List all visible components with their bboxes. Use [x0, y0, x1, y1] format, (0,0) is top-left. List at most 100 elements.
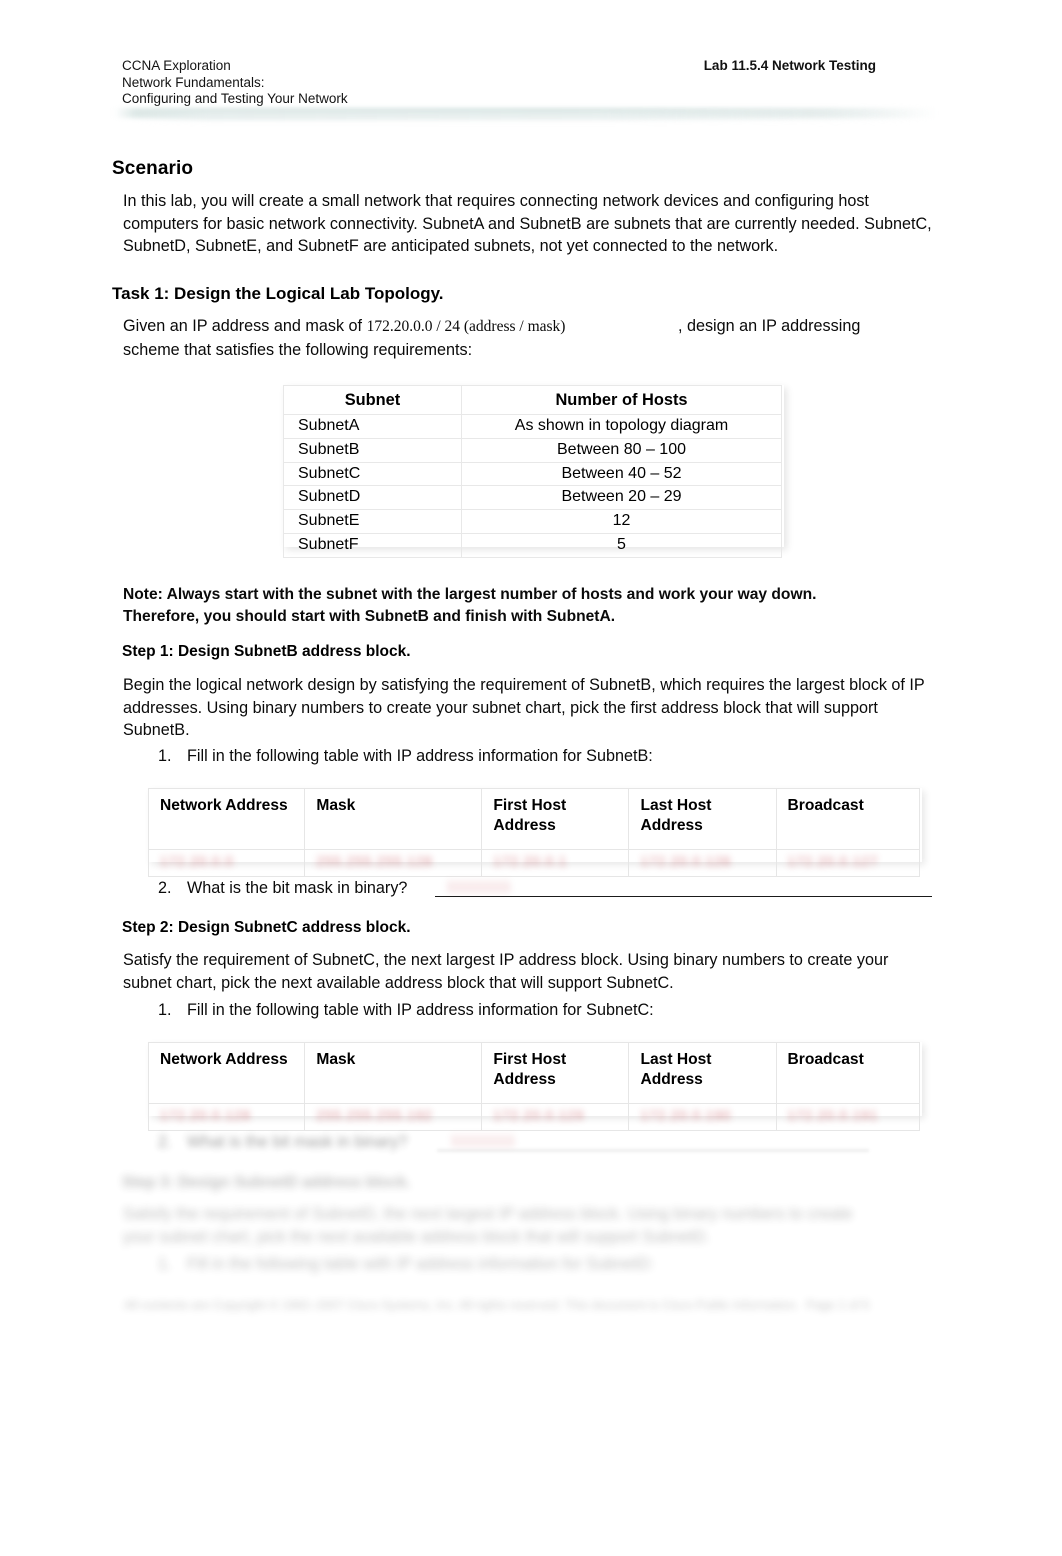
step3-heading: Step 3: Design SubnetD address block. — [122, 1174, 411, 1191]
step1-body: Begin the logical network design by sati… — [123, 676, 925, 739]
step2-item-2: 2. What is the bit mask in binary? — [158, 1131, 407, 1153]
footer-page-number: Page 1 of 5 — [806, 1298, 870, 1312]
step1-answer-blank-line[interactable] — [435, 896, 932, 897]
redacted-answer: 172.20.0.129 — [493, 1108, 585, 1123]
header-line-2: Network Fundamentals: — [122, 74, 265, 90]
note-line-2: Therefore, you should start with SubnetB… — [123, 608, 616, 625]
ip-col-header: First Host Address — [481, 788, 630, 850]
step2-answer-blank-line[interactable] — [437, 1150, 869, 1151]
note-line-1: Note: Always start with the subnet with … — [123, 586, 817, 603]
step1-item-2-answer: 11111111 — [447, 879, 513, 894]
task1-intro: Given an IP address and mask of 172.20.0… — [123, 315, 938, 361]
ip-answer-cell-subnetc[interactable]: 255.255.255.192 — [304, 1103, 483, 1131]
step1-heading: Step 1: Design SubnetB address block. — [122, 643, 411, 660]
req-cell-subnet: SubnetA — [283, 414, 462, 439]
ip-col-header: Mask — [304, 1042, 483, 1104]
redacted-answer: 172.20.0.191 — [787, 1108, 879, 1123]
step1-item-1: 1. Fill in the following table with IP ad… — [158, 745, 938, 767]
ip-answer-cell-subnetc[interactable]: 172.20.0.191 — [775, 1103, 920, 1131]
redacted-answer: 172.20.0.127 — [787, 854, 879, 869]
table-row: 172.20.0.128 255.255.255.192 172.20.0.129 1… — [147, 1103, 920, 1131]
table-row: SubnetB Between 80 – 100 — [283, 437, 782, 463]
req-cell-hosts: 5 — [461, 532, 782, 558]
document-header: CCNA Exploration Network Fundamentals: C… — [122, 58, 938, 108]
task1-heading: Task 1: Design the Logical Lab Topology. — [112, 284, 444, 303]
req-cell-subnet: SubnetB — [283, 437, 462, 463]
ip-table-subnetb[interactable]: Network Address Mask First Host Address Las… — [147, 788, 920, 877]
ip-answer-cell-subnetc[interactable]: 172.20.0.128 — [147, 1103, 306, 1131]
table-row: SubnetC Between 40 – 52 — [283, 461, 782, 487]
redacted-answer: 172.20.0.128 — [160, 1108, 251, 1123]
step1-item-2-number: 2. — [158, 879, 172, 897]
step3-item-1-number: 1. — [158, 1255, 172, 1273]
step1-item-1-number: 1. — [158, 747, 172, 765]
scenario-body: In this lab, you will create a small net… — [123, 192, 932, 255]
table-header-row: Network Address Mask First Host Address Las… — [147, 788, 920, 850]
step1-item-2: 2. What is the bit mask in binary? — [158, 877, 407, 899]
redacted-answer: 172.20.0.0 — [160, 854, 234, 869]
header-line-3: Configuring and Testing Your Network — [122, 91, 348, 107]
step2-item-1: 1. Fill in the following table with IP ad… — [158, 999, 938, 1021]
ip-answer-cell-subnetb[interactable]: 172.20.0.126 — [628, 849, 777, 877]
header-divider-shadow — [128, 112, 928, 120]
step3-body-line-1: Satisfy the requirement of SubnetD, the … — [123, 1205, 853, 1223]
step2-body: Satisfy the requirement of SubnetC, the … — [123, 951, 889, 992]
ip-answer-cell-subnetb[interactable]: 255.255.255.128 — [304, 849, 483, 877]
task1-ip-value: 172.20.0.0 / 24 (address / mask) — [366, 318, 566, 335]
ip-answer-cell-subnetb[interactable]: 172.20.0.127 — [775, 849, 920, 877]
table-row: 172.20.0.0 255.255.255.128 172.20.0.1 172.2… — [147, 849, 920, 877]
ip-answer-cell-subnetb[interactable]: 172.20.0.0 — [147, 849, 306, 877]
step1-item-1-text: Fill in the following table with IP addr… — [187, 747, 653, 765]
req-cell-hosts: As shown in topology diagram — [461, 414, 782, 439]
step2-item-1-number: 1. — [158, 1001, 172, 1019]
req-cell-hosts: Between 80 – 100 — [461, 437, 782, 463]
step2-item-2-text: What is the bit mask in binary? — [187, 1133, 408, 1151]
ip-col-header: First Host Address — [481, 1042, 630, 1104]
task1-intro-before: Given an IP address and mask of — [123, 317, 363, 335]
req-cell-subnet: SubnetD — [283, 485, 462, 511]
step2-heading: Step 2: Design SubnetC address block. — [122, 919, 411, 936]
table-row: SubnetA As shown in topology diagram — [283, 414, 782, 439]
redacted-answer: 172.20.0.190 — [640, 1108, 732, 1123]
ip-col-header: Last Host Address — [628, 1042, 777, 1104]
step1-item-2-text: What is the bit mask in binary? — [187, 879, 408, 897]
footer-copyright: All contents are Copyright © 1992–2007 C… — [124, 1298, 799, 1312]
design-note: Note: Always start with the subnet with … — [123, 584, 938, 628]
req-cell-subnet: SubnetE — [283, 509, 462, 534]
step2-item-1-text: Fill in the following table with IP addr… — [187, 1001, 654, 1019]
ip-col-header: Network Address — [147, 1042, 306, 1104]
ip-answer-cell-subnetb[interactable]: 172.20.0.1 — [481, 849, 630, 877]
step3-body: Satisfy the requirement of SubnetD, the … — [123, 1203, 923, 1248]
req-cell-subnet: SubnetF — [283, 532, 462, 558]
redacted-answer: 172.20.0.1 — [493, 854, 568, 869]
redacted-answer: 255.255.255.128 — [316, 854, 433, 869]
header-lab-title: Lab 11.5.4 Network Testing — [703, 58, 876, 73]
ip-col-header: Last Host Address — [628, 788, 777, 850]
ip-col-header: Broadcast — [775, 1042, 920, 1104]
redacted-answer: 172.20.0.126 — [640, 854, 732, 869]
document-page: CCNA Exploration Network Fundamentals: C… — [0, 0, 1062, 1556]
step2-item-2-number: 2. — [158, 1133, 172, 1151]
req-col-hosts: Number of Hosts — [461, 385, 782, 415]
requirements-table: Subnet Number of Hosts SubnetA As shown i… — [283, 385, 782, 558]
ip-answer-cell-subnetc[interactable]: 172.20.0.190 — [628, 1103, 777, 1131]
ip-table-subnetc[interactable]: Network Address Mask First Host Address Las… — [147, 1042, 920, 1131]
scenario-heading: Scenario — [112, 158, 194, 179]
req-col-subnet: Subnet — [283, 385, 462, 415]
table-row: SubnetE 12 — [283, 509, 782, 534]
step3-item-1: 1. Fill in the following table with IP ad… — [158, 1253, 938, 1275]
req-cell-hosts: Between 20 – 29 — [461, 485, 782, 511]
table-header-row: Subnet Number of Hosts — [283, 385, 782, 415]
step3-body-line-2: your subnet chart, pick the next availab… — [123, 1227, 710, 1246]
table-header-row: Network Address Mask First Host Address Las… — [147, 1042, 920, 1104]
step2-item-2-answer: 11111111 — [451, 1133, 517, 1148]
table-row: SubnetF 5 — [283, 532, 782, 558]
req-cell-hosts: 12 — [461, 509, 782, 534]
ip-col-header: Network Address — [147, 788, 306, 850]
task1-intro-line2: scheme that satisfies the following requ… — [123, 340, 473, 359]
redacted-answer: 255.255.255.192 — [316, 1108, 433, 1123]
req-cell-subnet: SubnetC — [283, 461, 462, 487]
ip-answer-cell-subnetc[interactable]: 172.20.0.129 — [481, 1103, 630, 1131]
req-cell-hosts: Between 40 – 52 — [461, 461, 782, 487]
task1-intro-after: , design an IP addressing — [677, 317, 861, 335]
